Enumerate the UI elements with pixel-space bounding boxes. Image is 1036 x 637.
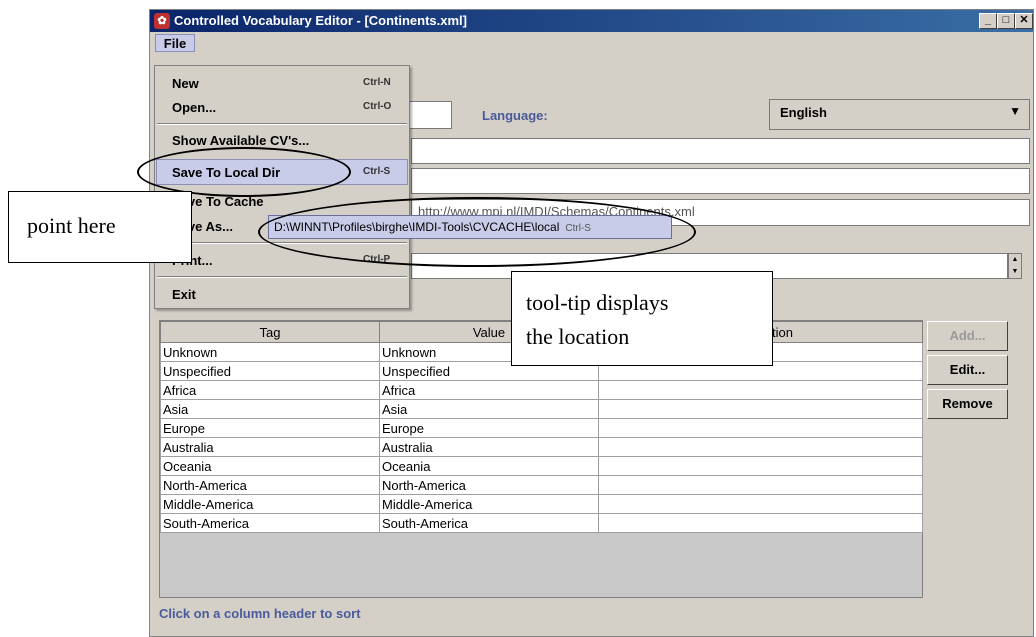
cell-value: Australia — [379, 437, 599, 457]
cell-description — [598, 513, 923, 533]
cell-description — [598, 456, 923, 476]
field-3[interactable] — [411, 168, 1030, 194]
table-row[interactable]: Australia Australia — [160, 437, 923, 457]
menu-item-label: Show Available CV's... — [172, 133, 310, 148]
cell-description — [598, 475, 923, 495]
cell-tag: South-America — [160, 513, 380, 533]
callout-text-line1: tool-tip displays — [526, 290, 669, 315]
menu-file[interactable]: File — [155, 34, 195, 52]
window-title: Controlled Vocabulary Editor - [Continen… — [174, 13, 467, 28]
cell-description — [598, 380, 923, 400]
highlight-ellipse — [137, 147, 351, 197]
menu-separator — [157, 123, 407, 125]
menu-item-shortcut: Ctrl-S — [363, 166, 391, 177]
field-2[interactable] — [411, 138, 1030, 164]
callout-tooltip-location: tool-tip displays the location — [511, 271, 773, 366]
menu-separator — [157, 276, 407, 278]
title-bar[interactable]: ✿ Controlled Vocabulary Editor - [Contin… — [150, 10, 1033, 32]
table-row[interactable]: Africa Africa — [160, 380, 923, 400]
edit-button[interactable]: Edit... — [927, 355, 1008, 385]
maximize-button[interactable]: □ — [997, 13, 1015, 29]
cell-description — [598, 418, 923, 438]
language-label: Language: — [482, 108, 548, 123]
cell-description — [598, 437, 923, 457]
menu-item-new[interactable]: New Ctrl-N — [156, 71, 408, 95]
cell-tag: Asia — [160, 399, 380, 419]
minimize-button[interactable]: _ — [979, 13, 997, 29]
cell-tag: Australia — [160, 437, 380, 457]
menu-item-label: New — [172, 76, 199, 91]
cell-tag: Europe — [160, 418, 380, 438]
chevron-down-icon: ▼ — [1009, 104, 1021, 118]
cell-tag: Unspecified — [160, 361, 380, 381]
menu-item-open[interactable]: Open... Ctrl-O — [156, 95, 408, 119]
callout-point-here: point here — [8, 191, 192, 263]
cell-tag: Unknown — [160, 342, 380, 362]
language-select-value: English — [780, 105, 827, 120]
close-button[interactable]: ✕ — [1015, 13, 1033, 29]
cell-value: South-America — [379, 513, 599, 533]
table-row[interactable]: North-America North-America — [160, 475, 923, 495]
cell-tag: Middle-America — [160, 494, 380, 514]
cell-value: Africa — [379, 380, 599, 400]
cell-value: North-America — [379, 475, 599, 495]
table-row[interactable]: Oceania Oceania — [160, 456, 923, 476]
cell-value: Oceania — [379, 456, 599, 476]
table-row[interactable]: Middle-America Middle-America — [160, 494, 923, 514]
table-row[interactable]: Europe Europe — [160, 418, 923, 438]
menu-item-shortcut: Ctrl-N — [363, 77, 391, 88]
tooltip-ellipse — [258, 197, 696, 267]
status-bar: Click on a column header to sort — [159, 606, 361, 621]
cell-description — [598, 494, 923, 514]
cell-tag: Oceania — [160, 456, 380, 476]
cell-value: Asia — [379, 399, 599, 419]
callout-text: point here — [27, 213, 116, 238]
menu-item-shortcut: Ctrl-O — [363, 101, 392, 112]
menu-item-label: Open... — [172, 100, 217, 115]
table-row[interactable]: South-America South-America — [160, 513, 923, 533]
callout-text-line2: the location — [526, 324, 630, 349]
cell-value: Europe — [379, 418, 599, 438]
app-icon: ✿ — [154, 13, 170, 29]
menu-item-label: Exit — [172, 287, 196, 302]
spinner-control[interactable]: ▲ ▼ — [1008, 253, 1022, 279]
table-row[interactable]: Asia Asia — [160, 399, 923, 419]
cell-tag: Africa — [160, 380, 380, 400]
column-header-tag[interactable]: Tag — [160, 321, 380, 343]
language-select[interactable]: English ▼ — [769, 99, 1030, 130]
menu-bar: File — [150, 32, 1033, 54]
cell-description — [598, 399, 923, 419]
menu-item-exit[interactable]: Exit — [156, 282, 408, 306]
cell-tag: North-America — [160, 475, 380, 495]
remove-button[interactable]: Remove — [927, 389, 1008, 419]
add-button[interactable]: Add... — [927, 321, 1008, 351]
cell-value: Middle-America — [379, 494, 599, 514]
